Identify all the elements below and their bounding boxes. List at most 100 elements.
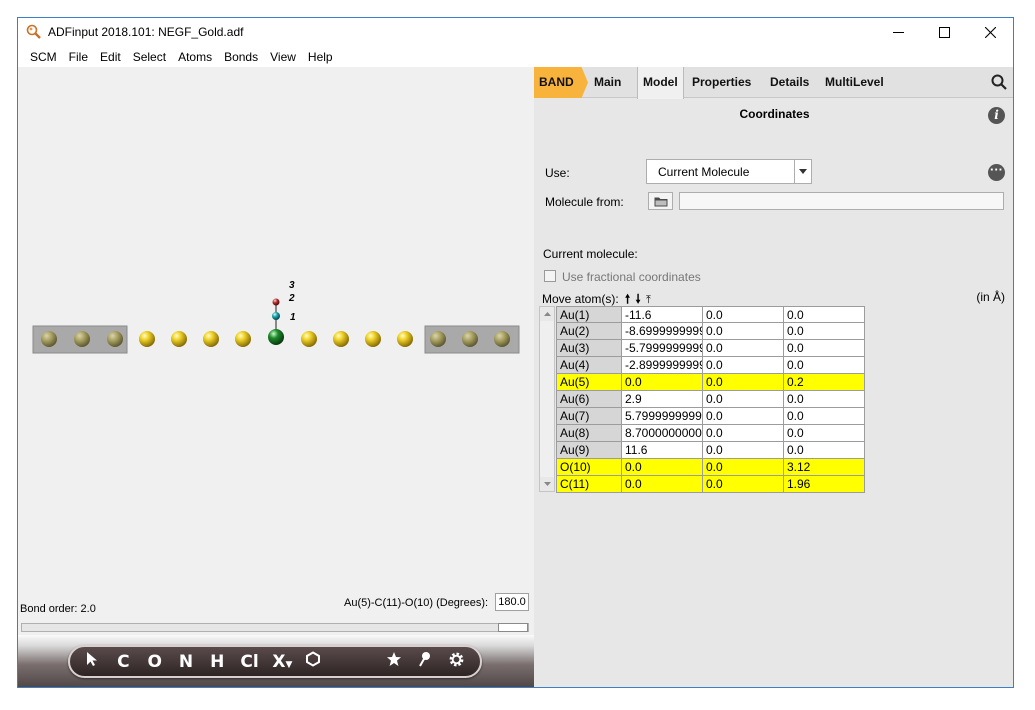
z-coord-cell[interactable]: 0.0 [784, 391, 865, 408]
y-coord-cell[interactable]: 0.0 [703, 459, 784, 476]
atom-au1c[interactable] [107, 331, 123, 347]
x-coord-cell[interactable]: 0.0 [622, 476, 703, 493]
x-coord-cell[interactable]: 8.70000000000 [622, 425, 703, 442]
menu-help[interactable]: Help [302, 50, 339, 64]
z-coord-cell[interactable]: 0.2 [784, 374, 865, 391]
tool-oxygen[interactable]: O [147, 652, 163, 672]
table-row[interactable]: Au(2)-8.699999999990.00.0 [556, 323, 865, 340]
atom-au9c[interactable] [462, 331, 478, 347]
y-coord-cell[interactable]: 0.0 [703, 442, 784, 459]
y-coord-cell[interactable]: 0.0 [703, 340, 784, 357]
atom-name-cell[interactable]: C(11) [556, 476, 622, 493]
maximize-button[interactable] [921, 18, 967, 46]
tab-details[interactable]: Details [770, 67, 809, 98]
z-coord-cell[interactable]: 0.0 [784, 408, 865, 425]
atom-c11[interactable] [272, 312, 280, 320]
table-scrollbar[interactable] [539, 306, 555, 492]
tool-other-element[interactable]: X▼ [272, 652, 292, 672]
atom-au1[interactable] [41, 331, 57, 347]
z-coord-cell[interactable]: 0.0 [784, 340, 865, 357]
move-top-icon[interactable]: ⤒ [646, 294, 651, 306]
y-coord-cell[interactable]: 0.0 [703, 306, 784, 323]
scrollbar-thumb[interactable] [498, 623, 528, 632]
tab-multilevel[interactable]: MultiLevel [825, 67, 884, 98]
y-coord-cell[interactable]: 0.0 [703, 476, 784, 493]
z-coord-cell[interactable]: 3.12 [784, 459, 865, 476]
table-row[interactable]: Au(6) 2.9 0.0 0.0 [556, 391, 865, 408]
star-icon[interactable] [385, 651, 401, 672]
gear-icon[interactable] [448, 651, 465, 673]
hexagon-icon[interactable] [304, 651, 320, 672]
menu-atoms[interactable]: Atoms [172, 50, 218, 64]
atom-au2[interactable] [139, 331, 155, 347]
atom-au3[interactable] [171, 331, 187, 347]
x-coord-cell[interactable]: 5.79999999999 [622, 408, 703, 425]
atom-name-cell[interactable]: Au(1) [556, 306, 622, 323]
atom-au9d[interactable] [494, 331, 510, 347]
y-coord-cell[interactable]: 0.0 [703, 425, 784, 442]
table-row[interactable]: Au(5) 0.0 0.0 0.2 [556, 374, 865, 391]
menu-bonds[interactable]: Bonds [218, 50, 264, 64]
use-select[interactable]: Current Molecule [646, 159, 812, 184]
menu-edit[interactable]: Edit [94, 50, 127, 64]
table-row[interactable]: Au(1) -11.6 0.0 0.0 [556, 306, 865, 323]
fractional-checkbox[interactable] [544, 270, 556, 282]
scroll-up-icon[interactable] [540, 307, 554, 321]
more-options-icon[interactable]: ··· [988, 163, 1005, 181]
z-coord-cell[interactable]: 0.0 [784, 323, 865, 340]
atom-au5[interactable] [268, 329, 284, 345]
pin-icon[interactable] [417, 651, 433, 672]
search-button[interactable] [991, 74, 1007, 93]
tab-model[interactable]: Model [637, 67, 684, 99]
x-coord-cell[interactable]: -11.6 [622, 306, 703, 323]
browse-button[interactable] [648, 192, 673, 210]
tool-nitrogen[interactable]: N [178, 652, 194, 672]
atom-name-cell[interactable]: Au(5) [556, 374, 622, 391]
table-row[interactable]: Au(3)-5.799999999990.00.0 [556, 340, 865, 357]
atom-au4[interactable] [203, 331, 219, 347]
x-coord-cell[interactable]: -8.69999999999 [622, 323, 703, 340]
y-coord-cell[interactable]: 0.0 [703, 408, 784, 425]
table-row[interactable]: Au(7) 5.79999999999 0.0 0.0 [556, 408, 865, 425]
y-coord-cell[interactable]: 0.0 [703, 323, 784, 340]
atom-au1b[interactable] [74, 331, 90, 347]
atom-o10[interactable] [272, 298, 280, 306]
y-coord-cell[interactable]: 0.0 [703, 391, 784, 408]
info-icon[interactable]: i [988, 107, 1005, 124]
molecule-viewer[interactable]: 3 2 1 Bond order: 2.0 Au(5)-C(11)-O(10) … [18, 67, 534, 687]
atom-name-cell[interactable]: Au(4) [556, 357, 622, 374]
select-cursor-icon[interactable] [84, 651, 100, 672]
angle-input[interactable]: 180.0 [495, 593, 529, 611]
atom-name-cell[interactable]: Au(7) [556, 408, 622, 425]
atom-au8[interactable] [365, 331, 381, 347]
atom-name-cell[interactable]: O(10) [556, 459, 622, 476]
y-coord-cell[interactable]: 0.0 [703, 357, 784, 374]
atom-name-cell[interactable]: Au(9) [556, 442, 622, 459]
table-row[interactable]: C(11) 0.0 0.0 1.96 [556, 476, 865, 493]
x-coord-cell[interactable]: -5.79999999999 [622, 340, 703, 357]
atom-name-cell[interactable]: Au(8) [556, 425, 622, 442]
atom-au6[interactable] [301, 331, 317, 347]
menu-scm[interactable]: SCM [24, 50, 63, 64]
atom-au9[interactable] [397, 331, 413, 347]
atom-au4b[interactable] [235, 331, 251, 347]
move-up-icon[interactable]: 🠕 [625, 292, 630, 306]
table-row[interactable]: Au(4)-2.899999999990.00.0 [556, 357, 865, 374]
horizontal-scrollbar[interactable] [21, 623, 529, 632]
table-row[interactable]: O(10) 0.0 0.0 3.12 [556, 459, 865, 476]
close-button[interactable] [967, 18, 1013, 46]
y-coord-cell[interactable]: 0.0 [703, 374, 784, 391]
z-coord-cell[interactable]: 1.96 [784, 476, 865, 493]
z-coord-cell[interactable]: 0.0 [784, 425, 865, 442]
tab-band[interactable]: BAND [534, 67, 588, 98]
table-row[interactable]: Au(8) 8.70000000000 0.0 0.0 [556, 425, 865, 442]
atom-name-cell[interactable]: Au(6) [556, 391, 622, 408]
z-coord-cell[interactable]: 0.0 [784, 442, 865, 459]
scroll-down-icon[interactable] [540, 477, 554, 491]
x-coord-cell[interactable]: 2.9 [622, 391, 703, 408]
tab-properties[interactable]: Properties [692, 67, 751, 98]
table-row[interactable]: Au(9) 11.6 0.0 0.0 [556, 442, 865, 459]
tool-chlorine[interactable]: Cl [240, 652, 258, 672]
x-coord-cell[interactable]: -2.89999999999 [622, 357, 703, 374]
tool-hydrogen[interactable]: H [209, 652, 225, 672]
